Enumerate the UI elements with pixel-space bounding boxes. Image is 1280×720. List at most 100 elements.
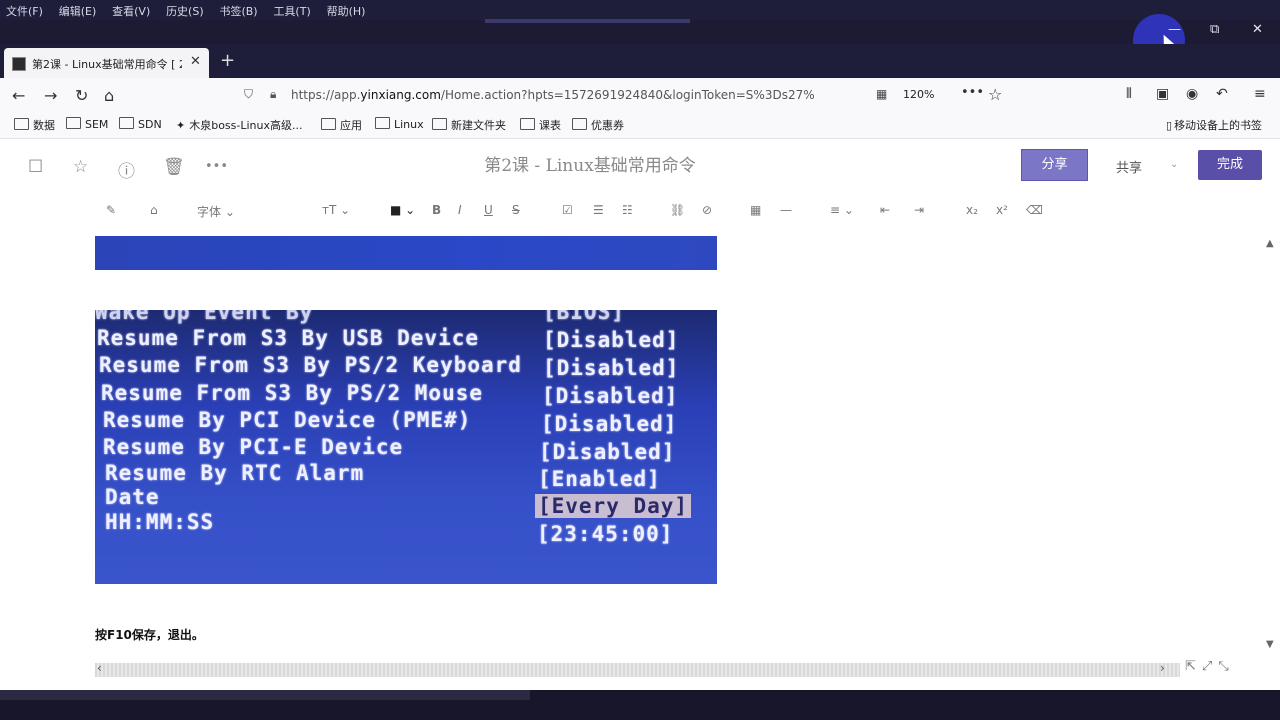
folder-icon: [119, 117, 134, 129]
bios-value-selected: [Every Day]: [535, 494, 692, 518]
horizontal-rule-icon[interactable]: —: [780, 203, 792, 217]
tab-bar: 第2课 - Linux基础常用命令 [ 2 ✕ +: [0, 44, 1280, 78]
bookmark-folder[interactable]: 数据: [14, 117, 55, 133]
mobile-bookmarks[interactable]: ▯ 移动设备上的书签: [1166, 117, 1262, 133]
bookmark-icon: ✦: [176, 119, 186, 132]
doc-title[interactable]: 第2课 - Linux基础常用命令: [0, 151, 1180, 176]
note-text[interactable]: 按F10保存，退出。: [95, 626, 204, 643]
bookmark-folder[interactable]: SEM: [66, 117, 108, 131]
view-controls-icon[interactable]: ⇱⤢⤡: [1185, 659, 1235, 674]
folder-icon: [520, 118, 535, 130]
bios-value: [Disabled]: [542, 384, 679, 408]
mobile-icon: ▯: [1166, 119, 1173, 132]
highlight-icon[interactable]: ⌂: [150, 203, 158, 217]
editor-page: ☐ ☆ ⓘ 🗑︎ ••• 第2课 - Linux基础常用命令 分享 共享 ⌄ 完…: [0, 139, 1280, 690]
zoom-level[interactable]: 120%: [903, 88, 934, 101]
bios-screenshot-top: [95, 236, 717, 270]
menu-tools[interactable]: 工具(T): [267, 0, 316, 19]
sidebar-icon[interactable]: ▣: [1156, 86, 1169, 102]
bios-value: [Disabled]: [539, 440, 676, 464]
done-button[interactable]: 完成: [1198, 150, 1262, 180]
italic-icon[interactable]: I: [458, 203, 462, 217]
checklist-icon[interactable]: ☑: [562, 203, 573, 217]
bold-icon[interactable]: B: [432, 203, 441, 217]
strikethrough-icon[interactable]: S: [512, 203, 520, 217]
account-icon[interactable]: ◉: [1186, 86, 1198, 102]
bios-value: [23:45:00]: [537, 522, 674, 546]
new-tab-button[interactable]: +: [220, 50, 235, 71]
tab-title: 第2课 - Linux基础常用命令 [ 2: [32, 58, 182, 71]
outdent-icon[interactable]: ⇤: [880, 203, 890, 217]
undo-icon[interactable]: ↶: [1216, 86, 1228, 102]
bookmark-folder[interactable]: SDN: [119, 117, 162, 131]
font-size-icon[interactable]: тT ⌄: [322, 203, 350, 217]
window-close-button[interactable]: ✕: [1252, 22, 1263, 37]
scroll-right-icon[interactable]: ›: [1160, 661, 1165, 675]
folder-icon: [14, 118, 29, 130]
underline-icon[interactable]: U: [484, 203, 493, 217]
shield-icon: ⛉: [244, 87, 254, 101]
bios-label: Resume From S3 By PS/2 Keyboard: [99, 353, 522, 377]
font-selector[interactable]: 字体 ⌄: [197, 203, 235, 220]
url-bar[interactable]: ⛉ 🔒︎ https://app.yinxiang.com/Home.actio…: [236, 82, 1026, 108]
bookmark-folder[interactable]: 新建文件夹: [432, 117, 506, 133]
bookmark-folder[interactable]: 优惠券: [572, 117, 624, 133]
horizontal-scrollbar[interactable]: [95, 663, 1180, 677]
text-color-icon[interactable]: ■ ⌄: [390, 203, 415, 217]
folder-icon: [375, 117, 390, 129]
menu-view[interactable]: 查看(V): [106, 0, 156, 19]
url-text: https://app.yinxiang.com/Home.action?hpt…: [291, 88, 815, 102]
tab-close-icon[interactable]: ✕: [190, 54, 201, 69]
bios-value: [Enabled]: [538, 467, 661, 491]
align-icon[interactable]: ≡ ⌄: [830, 203, 854, 217]
bios-label: Resume From S3 By PS/2 Mouse: [101, 381, 484, 405]
bios-value: [Disabled]: [543, 328, 680, 352]
taskbar-strip: [0, 690, 530, 700]
restore-button[interactable]: ⧉: [1210, 22, 1219, 37]
bios-label: Wake Up Event By: [95, 310, 314, 324]
table-icon[interactable]: ▦: [750, 203, 761, 217]
scroll-up-icon[interactable]: ▲: [1266, 238, 1274, 249]
paint-format-icon[interactable]: ✎: [106, 203, 116, 217]
taskbar: [0, 690, 1280, 720]
menu-help[interactable]: 帮助(H): [321, 0, 372, 19]
format-toolbar: ✎ ⌂ 字体 ⌄ тT ⌄ ■ ⌄ B I U S ☑ ☰ ☷ ⛓ ⊘ ▦ — …: [0, 199, 1280, 223]
forward-icon[interactable]: →: [44, 86, 57, 105]
hamburger-menu-icon[interactable]: ≡: [1254, 86, 1266, 102]
link-icon[interactable]: ⛓: [670, 203, 685, 217]
scroll-left-icon[interactable]: ‹: [97, 661, 102, 675]
more-icon[interactable]: •••: [961, 85, 984, 100]
bookmark-folder[interactable]: 应用: [321, 117, 362, 133]
back-icon[interactable]: ←: [12, 86, 25, 105]
tab-active[interactable]: 第2课 - Linux基础常用命令 [ 2 ✕: [4, 48, 209, 78]
menu-bar: 文件(F) 编辑(E) 查看(V) 历史(S) 书签(B) 工具(T) 帮助(H…: [0, 0, 1280, 20]
library-icon[interactable]: ⫴: [1126, 86, 1132, 102]
clear-format-icon[interactable]: ⌫: [1026, 203, 1043, 217]
bios-screenshot: Wake Up Event By [BIOS] Resume From S3 B…: [95, 310, 717, 584]
menu-file[interactable]: 文件(F): [0, 0, 49, 19]
bios-label: HH:MM:SS: [105, 510, 215, 534]
qr-icon[interactable]: ▦: [876, 87, 887, 101]
folder-icon: [66, 117, 81, 129]
bookmark-link[interactable]: ✦ 木泉boss-Linux高级...: [176, 117, 303, 133]
bios-label: Date: [105, 485, 160, 509]
lock-icon: 🔒︎: [270, 87, 277, 101]
numbered-list-icon[interactable]: ☷: [622, 203, 633, 217]
reload-icon[interactable]: ↻: [75, 86, 88, 105]
scroll-down-icon[interactable]: ▼: [1266, 639, 1274, 650]
chevron-down-icon[interactable]: ⌄: [1170, 159, 1178, 170]
menu-bookmarks[interactable]: 书签(B): [213, 0, 263, 19]
menu-history[interactable]: 历史(S): [160, 0, 210, 19]
star-icon[interactable]: ☆: [988, 85, 1002, 104]
share-label[interactable]: 共享: [1116, 157, 1142, 176]
subscript-icon[interactable]: x₂: [966, 203, 978, 217]
bookmark-folder[interactable]: 课表: [520, 117, 561, 133]
attachment-icon[interactable]: ⊘: [702, 203, 712, 217]
share-button[interactable]: 分享: [1021, 149, 1088, 181]
superscript-icon[interactable]: x²: [996, 203, 1008, 217]
home-icon[interactable]: ⌂: [104, 86, 114, 105]
menu-edit[interactable]: 编辑(E): [53, 0, 103, 19]
indent-icon[interactable]: ⇥: [914, 203, 924, 217]
bookmark-folder[interactable]: Linux: [375, 117, 424, 131]
bullet-list-icon[interactable]: ☰: [593, 203, 604, 217]
